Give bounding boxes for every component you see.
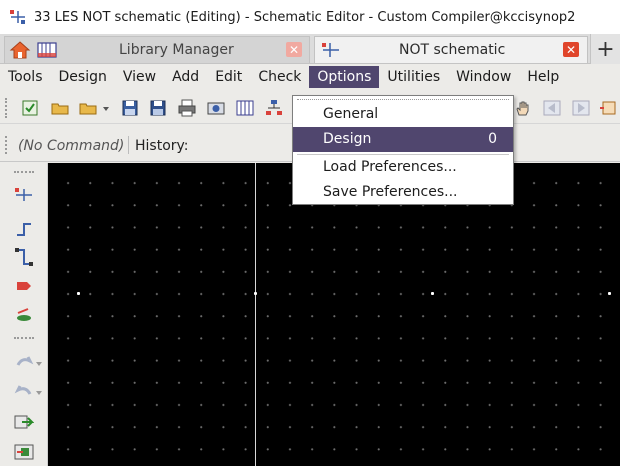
pop-out-icon[interactable] xyxy=(14,442,34,462)
menu-item-shortcut: 0 xyxy=(488,131,497,147)
menu-check[interactable]: Check xyxy=(250,66,309,88)
print-icon[interactable] xyxy=(177,98,197,118)
tab-label: NOT schematic xyxy=(399,42,506,58)
menu-view[interactable]: View xyxy=(115,66,164,88)
grid-major-point xyxy=(431,292,434,295)
canvas-axis-line xyxy=(255,163,256,466)
design-check-icon[interactable] xyxy=(20,98,40,118)
menu-item-label: General xyxy=(323,106,379,122)
tab-label: Library Manager xyxy=(119,42,234,58)
window-title: 33 LES NOT schematic (Editing) - Schemat… xyxy=(34,9,576,25)
toolbar-grip[interactable] xyxy=(5,98,9,118)
menu-add[interactable]: Add xyxy=(164,66,207,88)
schematic-icon xyxy=(321,41,341,59)
tab-library-manager[interactable]: Library Manager ✕ xyxy=(4,36,310,63)
menu-window[interactable]: Window xyxy=(448,66,519,88)
menu-edit[interactable]: Edit xyxy=(207,66,250,88)
options-menu-dropdown: General Design 0 Load Preferences... Sav… xyxy=(292,95,514,205)
current-command: (No Command) xyxy=(18,138,125,154)
back-icon[interactable] xyxy=(542,98,562,118)
schematic-canvas[interactable] xyxy=(48,163,620,466)
grid-major-point xyxy=(77,292,80,295)
add-net-label-icon[interactable] xyxy=(14,276,34,296)
save-icon[interactable] xyxy=(120,98,140,118)
close-tab-icon[interactable]: ✕ xyxy=(286,42,302,57)
menu-design[interactable]: Design xyxy=(51,66,115,88)
add-wire-icon[interactable] xyxy=(14,219,34,239)
schematic-app-icon xyxy=(8,7,28,27)
undo-icon[interactable] xyxy=(14,353,44,373)
divider xyxy=(128,136,129,154)
hierarchy-icon[interactable] xyxy=(264,98,284,118)
pan-hand-icon[interactable] xyxy=(513,98,533,118)
command-bar-grip[interactable] xyxy=(5,136,9,154)
toolbar-grip[interactable] xyxy=(14,171,34,174)
add-instance-icon[interactable] xyxy=(14,185,34,205)
menu-item-design[interactable]: Design 0 xyxy=(293,127,513,152)
menu-help[interactable]: Help xyxy=(519,66,567,88)
tear-off-line[interactable] xyxy=(297,99,509,100)
redo-icon[interactable] xyxy=(14,382,44,402)
menu-item-label: Design xyxy=(323,131,372,147)
new-tab-button[interactable]: + xyxy=(590,34,620,64)
add-pin-icon[interactable] xyxy=(14,247,34,267)
library-icon xyxy=(37,41,57,59)
stretch-icon[interactable] xyxy=(14,305,34,325)
forward-icon[interactable] xyxy=(571,98,591,118)
menu-item-label: Load Preferences... xyxy=(323,159,457,175)
library-icon[interactable] xyxy=(235,98,255,118)
menu-item-label: Save Preferences... xyxy=(323,184,458,200)
grid-major-point xyxy=(608,292,611,295)
menu-item-general[interactable]: General xyxy=(293,102,513,127)
open-folder-dropdown-icon[interactable] xyxy=(78,98,114,118)
menu-options[interactable]: Options xyxy=(309,65,380,88)
pin-icon[interactable] xyxy=(598,98,618,118)
save-all-icon[interactable] xyxy=(148,98,168,118)
open-folder-icon[interactable] xyxy=(50,98,70,118)
tab-bar: Library Manager ✕ NOT schematic ✕ + xyxy=(0,34,620,64)
menu-utilities[interactable]: Utilities xyxy=(379,66,448,88)
push-in-icon[interactable] xyxy=(14,412,34,432)
grid-major-point xyxy=(254,292,257,295)
tab-not-schematic[interactable]: NOT schematic ✕ xyxy=(314,36,588,63)
menu-bar: Tools Design View Add Edit Check Options… xyxy=(0,64,620,89)
home-icon[interactable] xyxy=(9,40,31,60)
history-label: History: xyxy=(135,138,189,154)
menu-item-load-preferences[interactable]: Load Preferences... xyxy=(293,155,513,180)
menu-item-save-preferences[interactable]: Save Preferences... xyxy=(293,180,513,205)
snapshot-icon[interactable] xyxy=(206,98,226,118)
toolbar-grip[interactable] xyxy=(14,337,34,340)
left-toolbar xyxy=(0,163,48,466)
title-bar: 33 LES NOT schematic (Editing) - Schemat… xyxy=(0,0,620,34)
menu-tools[interactable]: Tools xyxy=(0,66,51,88)
close-tab-icon[interactable]: ✕ xyxy=(563,42,579,57)
